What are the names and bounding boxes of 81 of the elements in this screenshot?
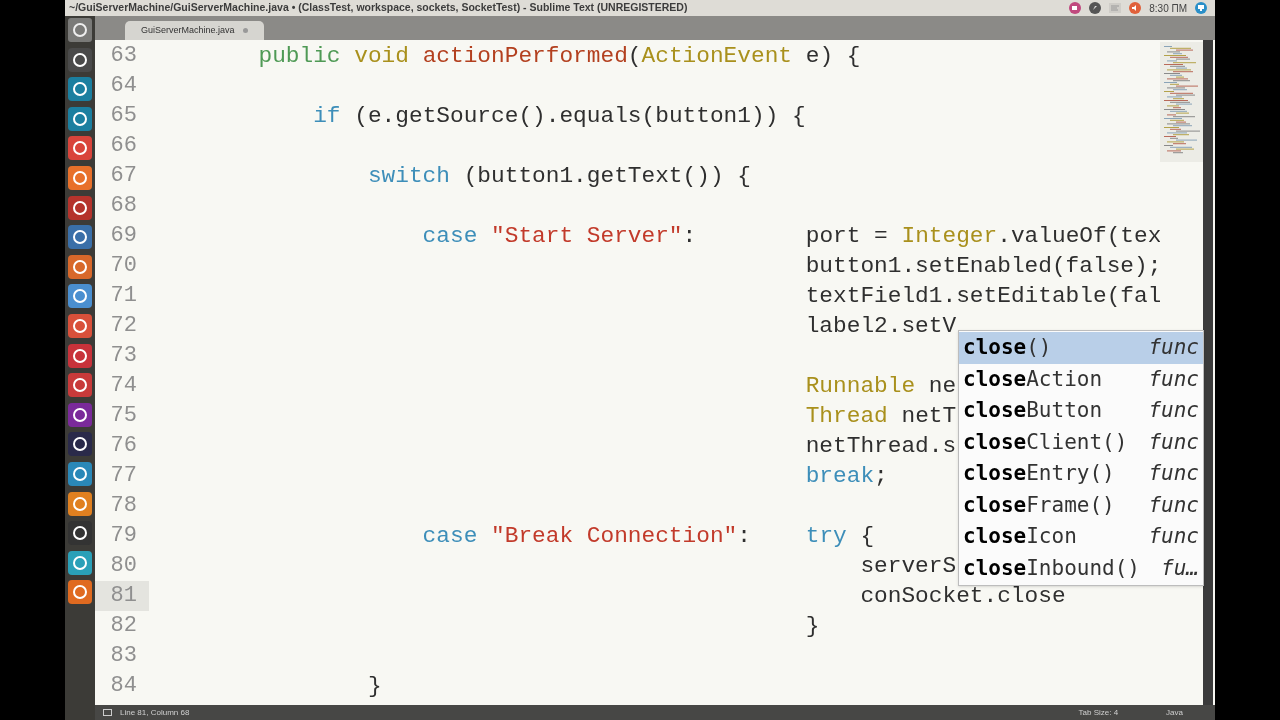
line-number: 79	[110, 523, 137, 548]
line-number: 80	[110, 553, 137, 578]
code-text: case "Start Server":	[422, 223, 697, 249]
line-number: 84	[110, 673, 137, 698]
cursor-position: Line 81, Column 68	[120, 706, 190, 719]
completion-item[interactable]: closeInbound() fu…	[959, 552, 1203, 584]
app-icon[interactable]	[68, 432, 92, 457]
completion-item[interactable]: closeClient() func	[959, 426, 1203, 458]
app-icon[interactable]	[68, 284, 92, 309]
code-text: switch (button1.getText()) {	[367, 163, 751, 189]
app-icon[interactable]	[68, 254, 92, 279]
minimap-drawing[interactable]	[1160, 42, 1203, 162]
completion-item[interactable]: close() func	[959, 332, 1203, 364]
monitor-icon[interactable]	[1195, 2, 1207, 14]
code-text: break;	[805, 463, 888, 489]
app-icon[interactable]	[68, 106, 92, 131]
line-number: 68	[110, 193, 137, 218]
line-number: 74	[110, 373, 137, 398]
app-icon[interactable]	[68, 461, 92, 486]
code-text: button1.setEnabled(false);	[805, 253, 1160, 279]
line-number: 63	[110, 43, 137, 68]
code-text: if (e.getSource().equals(button1)) {	[313, 103, 806, 129]
completion-item[interactable]: closeEntry() func	[959, 458, 1203, 490]
app-icon[interactable]	[68, 225, 92, 250]
code-text: label2.setV	[805, 313, 957, 339]
line-number: 69	[110, 223, 137, 248]
line-number: 71	[110, 283, 137, 308]
line-number: 82	[110, 613, 137, 638]
app-icon[interactable]	[68, 77, 92, 102]
code-text: Thread netT	[805, 403, 957, 429]
code-text: }	[367, 673, 382, 699]
app-icon[interactable]	[68, 491, 92, 516]
code-text: case "Break Connection":	[422, 523, 751, 549]
completion-item[interactable]: closeButton func	[959, 395, 1203, 427]
syntax-mode[interactable]: Java	[1166, 706, 1183, 719]
code-text: netThread.s	[805, 433, 957, 459]
line-number: 70	[110, 253, 137, 278]
line-number: 73	[110, 343, 137, 368]
window-title: ~/GuiServerMachine/GuiServerMachine.java • (ClassTest, workspace, sockets, SocketTest) - Sublime Text (UNREGISTERED)	[69, 0, 688, 16]
line-number: 83	[110, 643, 137, 668]
app-icon[interactable]	[68, 521, 92, 546]
app-icon[interactable]	[68, 136, 92, 161]
app-icon[interactable]	[68, 373, 92, 398]
line-number: 66	[110, 133, 137, 158]
code-text: public void actionPerformed(ActionEvent e) {	[258, 43, 861, 69]
line-number: 77	[110, 463, 137, 488]
line-number: 64	[110, 73, 137, 98]
completion-item[interactable]: closeFrame() func	[959, 489, 1203, 521]
clock[interactable]: 8:30 ПМ	[1149, 0, 1187, 16]
completion-item[interactable]: closeIcon func	[959, 521, 1203, 553]
line-number: 75	[110, 403, 137, 428]
ubuntu-logo-icon[interactable]	[68, 18, 92, 42]
app-icon[interactable]	[68, 402, 92, 427]
editor-tab[interactable]: GuiServerMachine.java	[125, 21, 264, 40]
code-text: Runnable ne	[805, 373, 957, 399]
line-number: 72	[110, 313, 137, 338]
app-icon[interactable]	[68, 550, 92, 575]
camera-icon[interactable]	[1069, 2, 1082, 14]
completion-item[interactable]: closeAction func	[959, 363, 1203, 395]
code-text: textField1.setEditable(fal	[805, 283, 1160, 309]
app-icon[interactable]	[68, 47, 92, 72]
scrollbar[interactable]	[1203, 40, 1213, 705]
app-icon[interactable]	[68, 343, 92, 368]
code-text: try {	[805, 523, 875, 549]
app-icon[interactable]	[68, 580, 92, 605]
code-text: conSocket.close	[860, 583, 1066, 609]
line-number: 67	[110, 163, 137, 188]
tab-size[interactable]: Tab Size: 4	[1078, 706, 1119, 719]
compass-icon[interactable]	[1089, 2, 1102, 14]
code-text: }	[805, 613, 820, 639]
app-icon[interactable]	[68, 165, 92, 190]
line-number: 78	[110, 493, 137, 518]
volume-icon[interactable]	[1129, 2, 1142, 14]
line-number: 65	[110, 103, 137, 128]
line-number: 81	[110, 583, 137, 608]
line-number: 76	[110, 433, 137, 458]
code-text: port = Integer.valueOf(tex	[805, 223, 1160, 249]
code-text: serverS	[860, 553, 957, 579]
app-icon[interactable]	[68, 313, 92, 338]
app-icon[interactable]	[68, 195, 92, 220]
panel-toggle-icon[interactable]	[103, 709, 112, 716]
